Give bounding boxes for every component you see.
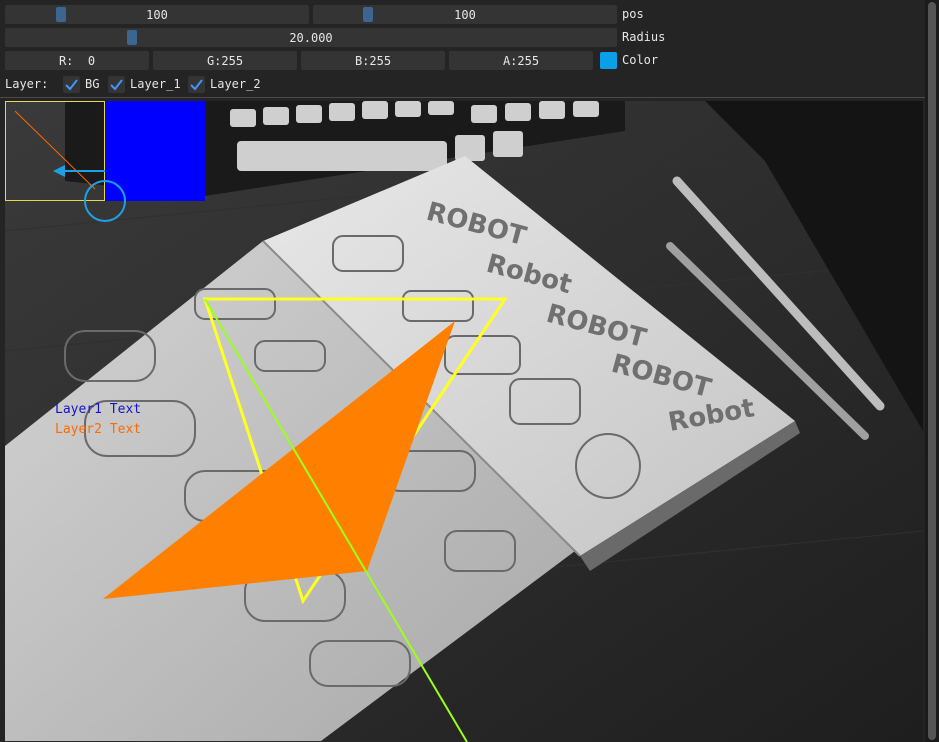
layer1-text: Layer1 Text [55,402,141,417]
layer1-label: Layer_1 [130,77,181,91]
color-b-value: B:255 [354,53,392,68]
checkmark-icon [65,79,78,91]
pos-x-slider-grab[interactable] [56,7,66,22]
radius-slider-grab[interactable] [127,30,137,45]
canvas-svg: ROBOT Robot ROBOT ROBOT Robot Layer1 Tex… [5,101,923,742]
pos-label: pos [622,7,644,21]
color-b-field[interactable]: B:255 [301,51,445,70]
layer2-text: Layer2 Text [55,422,141,437]
pos-y-slider-grab[interactable] [363,7,373,22]
checkmark-icon [110,79,123,91]
color-g-value: G:255 [206,53,244,68]
color-label: Color [622,53,659,67]
blue-rectangle[interactable] [105,101,205,201]
checkmark-icon [190,79,203,91]
separator [0,97,925,98]
pos-y-slider[interactable]: 100 [313,5,617,24]
color-g-field[interactable]: G:255 [153,51,297,70]
bg-layer-checkbox[interactable] [63,76,80,93]
radius-slider[interactable]: 20.000 [5,28,617,47]
pos-y-value: 100 [454,7,476,22]
color-a-field[interactable]: A:255 [449,51,593,70]
bg-layer-label: BG [85,77,100,91]
color-r-field[interactable]: R: 0 [5,51,149,70]
radius-value: 20.000 [289,30,333,45]
drawing-canvas[interactable]: ROBOT Robot ROBOT ROBOT Robot Layer1 Tex… [5,101,923,742]
vertical-scrollbar[interactable] [925,0,939,742]
layer-label: Layer: [5,77,49,91]
color-a-value: A:255 [502,53,540,68]
color-r-value: R: 0 [58,53,96,68]
layer2-checkbox[interactable] [188,76,205,93]
pos-x-slider[interactable]: 100 [5,5,309,24]
scrollbar-thumb[interactable] [928,2,936,740]
layer1-checkbox[interactable] [108,76,125,93]
layer2-label: Layer_2 [210,77,261,91]
pos-x-value: 100 [146,7,168,22]
color-swatch[interactable] [600,52,617,69]
radius-label: Radius [622,30,666,44]
